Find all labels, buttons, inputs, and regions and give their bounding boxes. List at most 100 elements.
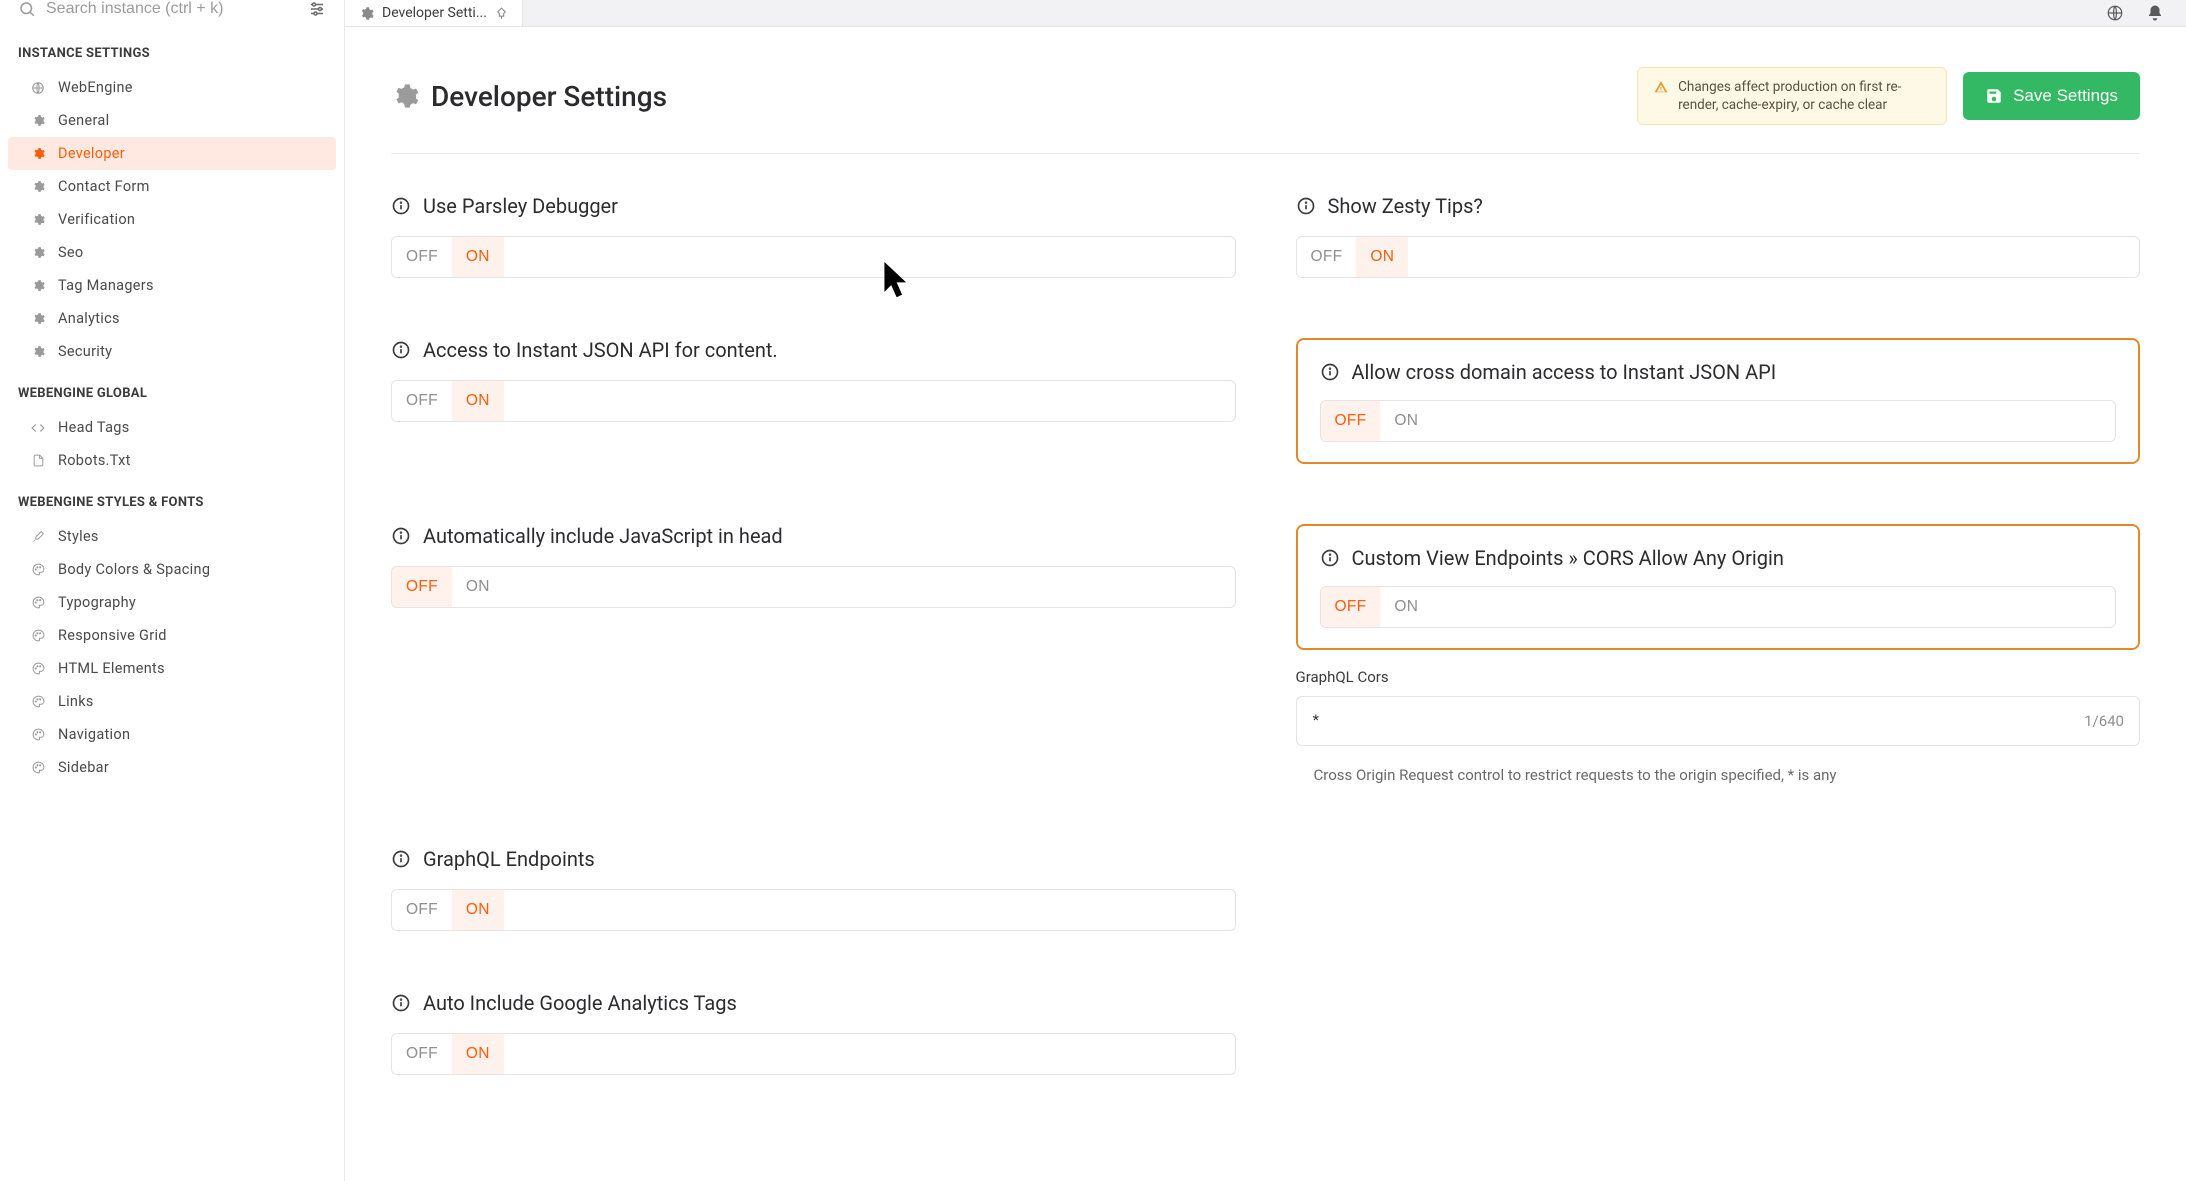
toggle-auto_js: OFFON bbox=[391, 566, 1236, 608]
toggle-off[interactable]: OFF bbox=[1321, 401, 1381, 441]
info-icon[interactable] bbox=[391, 849, 411, 869]
help-text: Cross Origin Request control to restrict… bbox=[1296, 756, 2141, 787]
content: Developer Settings Changes affect produc… bbox=[345, 27, 2186, 1181]
sidebar-item-label: Tag Managers bbox=[58, 277, 154, 294]
toggle-off[interactable]: OFF bbox=[392, 381, 452, 421]
gear-icon bbox=[359, 6, 374, 21]
sidebar-item-navigation[interactable]: Navigation bbox=[8, 718, 336, 751]
sidebar-item-verification[interactable]: Verification bbox=[8, 203, 336, 236]
alert-text: Changes affect production on first re-re… bbox=[1678, 78, 1930, 114]
setting-title-row: Custom View Endpoints » CORS Allow Any O… bbox=[1320, 546, 2117, 570]
toggle-parsley: OFFON bbox=[391, 236, 1236, 278]
setting-title-row: Allow cross domain access to Instant JSO… bbox=[1320, 360, 2117, 384]
setting-instant: Access to Instant JSON API for content. O… bbox=[391, 338, 1236, 422]
search-row bbox=[0, 0, 344, 28]
sidebar-item-html-elements[interactable]: HTML Elements bbox=[8, 652, 336, 685]
sidebar-item-general[interactable]: General bbox=[8, 104, 336, 137]
save-button[interactable]: Save Settings bbox=[1963, 72, 2140, 120]
sidebar-item-head-tags[interactable]: Head Tags bbox=[8, 411, 336, 444]
toggle-cors_view: OFFON bbox=[1320, 586, 2117, 628]
info-icon[interactable] bbox=[1320, 548, 1340, 568]
toggle-off[interactable]: OFF bbox=[392, 237, 452, 277]
sidebar-item-tag-managers[interactable]: Tag Managers bbox=[8, 269, 336, 302]
info-icon[interactable] bbox=[391, 340, 411, 360]
search-input[interactable] bbox=[46, 0, 298, 18]
info-icon[interactable] bbox=[1320, 362, 1340, 382]
toggle-on[interactable]: ON bbox=[1380, 401, 1432, 441]
toggle-on[interactable]: ON bbox=[1356, 237, 1408, 277]
info-icon[interactable] bbox=[1296, 196, 1316, 216]
sidebar-item-developer[interactable]: Developer bbox=[8, 137, 336, 170]
setting-title-row: Show Zesty Tips? bbox=[1296, 194, 2141, 218]
toggle-on[interactable]: ON bbox=[452, 237, 504, 277]
brush-icon bbox=[30, 530, 46, 543]
info-icon[interactable] bbox=[391, 526, 411, 546]
sidebar-item-styles[interactable]: Styles bbox=[8, 520, 336, 553]
sidebar-item-robots-txt[interactable]: Robots.Txt bbox=[8, 444, 336, 477]
save-icon bbox=[1985, 87, 2003, 105]
gear-icon bbox=[391, 82, 419, 110]
sidebar-scroll[interactable]: INSTANCE SETTINGSWebEngineGeneralDevelop… bbox=[0, 28, 344, 1181]
sidebar-item-label: Security bbox=[58, 343, 112, 360]
sidebar-item-body-colors-spacing[interactable]: Body Colors & Spacing bbox=[8, 553, 336, 586]
text-input-graphql_cors[interactable] bbox=[1296, 696, 2141, 746]
globe-icon[interactable] bbox=[2106, 4, 2124, 22]
toggle-off[interactable]: OFF bbox=[392, 567, 452, 607]
palette-icon bbox=[30, 662, 46, 675]
palette-icon bbox=[30, 761, 46, 774]
setting-cors_instant: Allow cross domain access to Instant JSO… bbox=[1296, 338, 2141, 464]
info-icon[interactable] bbox=[391, 993, 411, 1013]
sidebar-item-typography[interactable]: Typography bbox=[8, 586, 336, 619]
setting-title-row: Auto Include Google Analytics Tags bbox=[391, 991, 1236, 1015]
toggle-on[interactable]: ON bbox=[1380, 587, 1432, 627]
gear-icon bbox=[30, 246, 46, 259]
sidebar: INSTANCE SETTINGSWebEngineGeneralDevelop… bbox=[0, 0, 345, 1181]
section-title: WEBENGINE STYLES & FONTS bbox=[0, 477, 344, 520]
sidebar-item-seo[interactable]: Seo bbox=[8, 236, 336, 269]
gear-icon bbox=[30, 213, 46, 226]
text-setting-label: GraphQL Cors bbox=[1296, 668, 2141, 686]
sidebar-item-contact-form[interactable]: Contact Form bbox=[8, 170, 336, 203]
toggle-off[interactable]: OFF bbox=[392, 890, 452, 930]
toggle-ga: OFFON bbox=[391, 1033, 1236, 1075]
sidebar-item-webengine[interactable]: WebEngine bbox=[8, 71, 336, 104]
toggle-on[interactable]: ON bbox=[452, 890, 504, 930]
toggle-off[interactable]: OFF bbox=[392, 1034, 452, 1074]
toggle-off[interactable]: OFF bbox=[1297, 237, 1357, 277]
setting-title-row: Access to Instant JSON API for content. bbox=[391, 338, 1236, 362]
pin-icon[interactable] bbox=[495, 7, 508, 20]
palette-icon bbox=[30, 728, 46, 741]
setting-label: Allow cross domain access to Instant JSO… bbox=[1352, 360, 1777, 384]
sidebar-item-sidebar[interactable]: Sidebar bbox=[8, 751, 336, 784]
info-icon[interactable] bbox=[391, 196, 411, 216]
sidebar-item-security[interactable]: Security bbox=[8, 335, 336, 368]
gear-icon bbox=[30, 114, 46, 127]
sidebar-item-analytics[interactable]: Analytics bbox=[8, 302, 336, 335]
file-icon bbox=[30, 454, 46, 467]
section-title: WEBENGINE GLOBAL bbox=[0, 368, 344, 411]
toggle-off[interactable]: OFF bbox=[1321, 587, 1381, 627]
tab-developer-settings[interactable]: Developer Setti... bbox=[345, 0, 523, 26]
sidebar-item-label: Responsive Grid bbox=[58, 627, 167, 644]
text-input-wrap: 1/640 bbox=[1296, 696, 2141, 746]
sidebar-item-label: Typography bbox=[58, 594, 136, 611]
toggle-on[interactable]: ON bbox=[452, 1034, 504, 1074]
toggle-tips: OFFON bbox=[1296, 236, 2141, 278]
sidebar-item-label: Head Tags bbox=[58, 419, 129, 436]
sidebar-item-label: WebEngine bbox=[58, 79, 133, 96]
toggle-on[interactable]: ON bbox=[452, 567, 504, 607]
sidebar-item-label: HTML Elements bbox=[58, 660, 165, 677]
globe-icon bbox=[30, 81, 46, 95]
sidebar-item-links[interactable]: Links bbox=[8, 685, 336, 718]
sidebar-item-label: Analytics bbox=[58, 310, 120, 327]
page-title: Developer Settings bbox=[391, 80, 667, 113]
setting-graphql_cors: GraphQL Cors 1/640 Cross Origin Request co… bbox=[1296, 668, 2141, 787]
toggle-on[interactable]: ON bbox=[452, 381, 504, 421]
gear-icon bbox=[30, 279, 46, 292]
sidebar-item-responsive-grid[interactable]: Responsive Grid bbox=[8, 619, 336, 652]
alert-banner: Changes affect production on first re-re… bbox=[1637, 67, 1947, 125]
bell-icon[interactable] bbox=[2146, 4, 2164, 22]
sliders-icon[interactable] bbox=[308, 0, 326, 18]
sidebar-item-label: Links bbox=[58, 693, 94, 710]
palette-icon bbox=[30, 596, 46, 609]
